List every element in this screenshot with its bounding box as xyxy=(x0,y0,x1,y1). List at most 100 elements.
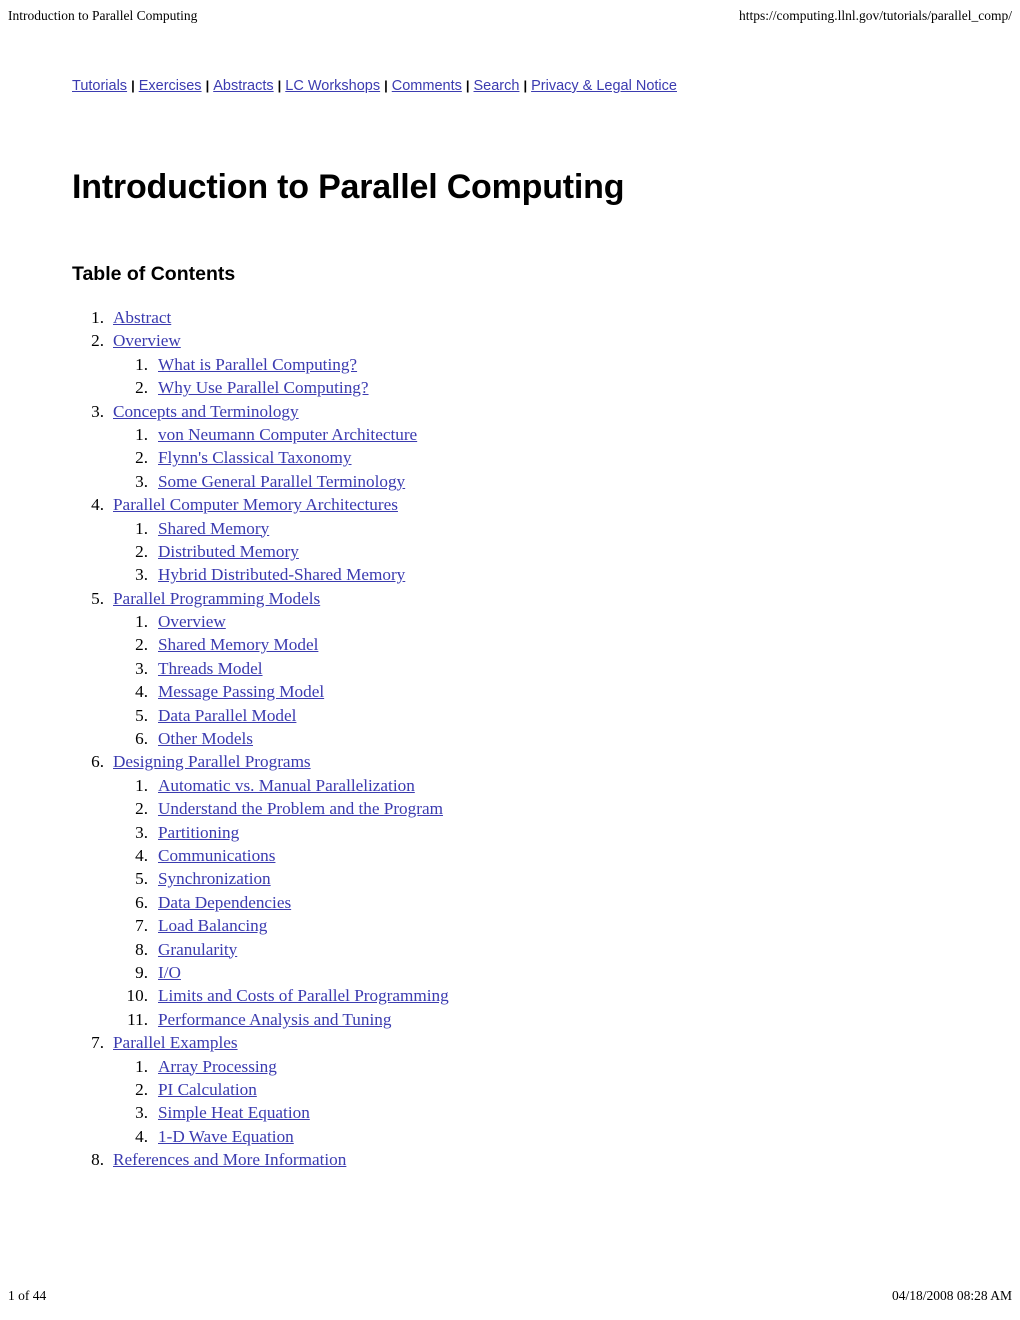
toc-entry-number: 1. xyxy=(135,612,148,632)
toc-entry-number: 5. xyxy=(135,869,148,889)
toc-link-partitioning[interactable]: Partitioning xyxy=(158,821,239,844)
toc-link-von-neumann-computer-architecture[interactable]: von Neumann Computer Architecture xyxy=(158,423,417,446)
toc-entry: 10. Limits and Costs of Parallel Programm… xyxy=(0,984,1020,1007)
toc-entry-number: 7. xyxy=(91,1033,104,1053)
toc-link-array-processing[interactable]: Array Processing xyxy=(158,1055,277,1078)
toc-link-load-balancing[interactable]: Load Balancing xyxy=(158,914,267,937)
toc-entry-number: 2. xyxy=(135,378,148,398)
toc-link-what-is-parallel-computing[interactable]: What is Parallel Computing? xyxy=(158,353,357,376)
toc-entry-number: 2. xyxy=(135,448,148,468)
toc-link-understand-the-problem-and-the-program[interactable]: Understand the Problem and the Program xyxy=(158,797,443,820)
toc-entry: 1. Automatic vs. Manual Parallelization xyxy=(0,774,1020,797)
toc-link-message-passing-model[interactable]: Message Passing Model xyxy=(158,680,324,703)
toc-entry-number: 4. xyxy=(91,495,104,515)
toc-link-granularity[interactable]: Granularity xyxy=(158,938,237,961)
toc-entry: 1. Overview xyxy=(0,610,1020,633)
toc-link-other-models[interactable]: Other Models xyxy=(158,727,253,750)
toc-link-parallel-computer-memory-architectures[interactable]: Parallel Computer Memory Architectures xyxy=(113,493,398,516)
toc-link-communications[interactable]: Communications xyxy=(158,844,275,867)
toc-link-overview[interactable]: Overview xyxy=(158,610,226,633)
toc-link-overview[interactable]: Overview xyxy=(113,329,181,352)
toc-entry: 5. Synchronization xyxy=(0,867,1020,890)
toc-entry-number: 3. xyxy=(135,658,148,678)
nav-link-exercises[interactable]: Exercises xyxy=(139,78,202,94)
toc-entry: 3. Threads Model xyxy=(0,657,1020,680)
toc-link-flynn-s-classical-taxonomy[interactable]: Flynn's Classical Taxonomy xyxy=(158,446,352,469)
toc-link-shared-memory-model[interactable]: Shared Memory Model xyxy=(158,633,318,656)
toc-entry: 2. PI Calculation xyxy=(0,1078,1020,1101)
toc-entry-number: 3. xyxy=(135,471,148,491)
toc-entry-number: 1. xyxy=(135,354,148,374)
nav-link-search[interactable]: Search xyxy=(474,78,520,94)
toc-link-automatic-vs-manual-parallelization[interactable]: Automatic vs. Manual Parallelization xyxy=(158,774,415,797)
toc-entry-number: 6. xyxy=(91,752,104,772)
nav-link-privacy-legal-notice[interactable]: Privacy & Legal Notice xyxy=(531,78,677,94)
nav-separator: | xyxy=(205,78,210,93)
toc-link-data-parallel-model[interactable]: Data Parallel Model xyxy=(158,704,296,727)
toc-link-hybrid-distributed-shared-memory[interactable]: Hybrid Distributed-Shared Memory xyxy=(158,563,405,586)
toc-entry: 3. Partitioning xyxy=(0,821,1020,844)
toc-entry: 3. Some General Parallel Terminology xyxy=(0,470,1020,493)
toc-entry-number: 2. xyxy=(135,541,148,561)
toc-entry-number: 3. xyxy=(135,1103,148,1123)
toc-entry: 3. Simple Heat Equation xyxy=(0,1101,1020,1124)
toc-entry-number: 3. xyxy=(135,565,148,585)
toc-entry: 7. Load Balancing xyxy=(0,914,1020,937)
toc-entry: 5. Data Parallel Model xyxy=(0,704,1020,727)
print-header-url: https://computing.llnl.gov/tutorials/par… xyxy=(739,8,1012,23)
toc-entry-number: 7. xyxy=(135,916,148,936)
toc-link-some-general-parallel-terminology[interactable]: Some General Parallel Terminology xyxy=(158,470,405,493)
print-footer: 1 of 44 04/18/2008 08:28 AM xyxy=(0,1286,1020,1306)
toc-link-parallel-examples[interactable]: Parallel Examples xyxy=(113,1031,238,1054)
toc-link-designing-parallel-programs[interactable]: Designing Parallel Programs xyxy=(113,750,311,773)
toc-entry-number: 10. xyxy=(126,986,148,1006)
page-title: Introduction to Parallel Computing xyxy=(72,168,625,206)
toc-link-pi-calculation[interactable]: PI Calculation xyxy=(158,1078,257,1101)
toc-link-shared-memory[interactable]: Shared Memory xyxy=(158,517,269,540)
toc-link-concepts-and-terminology[interactable]: Concepts and Terminology xyxy=(113,400,299,423)
toc-entry: 1. von Neumann Computer Architecture xyxy=(0,423,1020,446)
toc-link-data-dependencies[interactable]: Data Dependencies xyxy=(158,891,291,914)
toc-entry: 6. Designing Parallel Programs xyxy=(0,750,1020,773)
nav-separator: | xyxy=(384,78,388,93)
toc-entry: 8. References and More Information xyxy=(0,1148,1020,1171)
toc-entry: 6. Other Models xyxy=(0,727,1020,750)
nav-link-tutorials[interactable]: Tutorials xyxy=(72,78,127,94)
table-of-contents: 1. Abstract 2. Overview 1. What is Parallel C… xyxy=(0,306,1020,1171)
print-header: Introduction to Parallel Computing https… xyxy=(0,6,1020,26)
toc-link-abstract[interactable]: Abstract xyxy=(113,306,171,329)
toc-entry: 1. Array Processing xyxy=(0,1055,1020,1078)
toc-entry-number: 4. xyxy=(135,1126,148,1146)
toc-entry-number: 9. xyxy=(135,962,148,982)
toc-entry-number: 1. xyxy=(135,518,148,538)
toc-entry-number: 11. xyxy=(127,1009,148,1029)
toc-entry-number: 3. xyxy=(135,822,148,842)
toc-link-synchronization[interactable]: Synchronization xyxy=(158,867,271,890)
toc-entry-number: 2. xyxy=(135,635,148,655)
print-header-title: Introduction to Parallel Computing xyxy=(8,8,198,23)
toc-entry: 1. Shared Memory xyxy=(0,517,1020,540)
toc-link-i-o[interactable]: I/O xyxy=(158,961,181,984)
toc-entry-number: 5. xyxy=(91,588,104,608)
toc-link-distributed-memory[interactable]: Distributed Memory xyxy=(158,540,299,563)
toc-entry: 4. Parallel Computer Memory Architectures xyxy=(0,493,1020,516)
toc-link-limits-and-costs-of-parallel-programming[interactable]: Limits and Costs of Parallel Programming xyxy=(158,984,449,1007)
toc-link-simple-heat-equation[interactable]: Simple Heat Equation xyxy=(158,1101,310,1124)
toc-entry: 2. Flynn's Classical Taxonomy xyxy=(0,446,1020,469)
nav-link-lc-workshops[interactable]: LC Workshops xyxy=(285,78,380,94)
toc-entry: 4. Message Passing Model xyxy=(0,680,1020,703)
nav-link-abstracts[interactable]: Abstracts xyxy=(213,78,273,94)
toc-link-1-d-wave-equation[interactable]: 1-D Wave Equation xyxy=(158,1125,294,1148)
toc-entry-number: 1. xyxy=(135,1056,148,1076)
toc-link-why-use-parallel-computing[interactable]: Why Use Parallel Computing? xyxy=(158,376,369,399)
toc-entry: 3. Hybrid Distributed-Shared Memory xyxy=(0,563,1020,586)
toc-link-performance-analysis-and-tuning[interactable]: Performance Analysis and Tuning xyxy=(158,1008,391,1031)
toc-link-threads-model[interactable]: Threads Model xyxy=(158,657,263,680)
toc-entry: 9. I/O xyxy=(0,961,1020,984)
toc-link-parallel-programming-models[interactable]: Parallel Programming Models xyxy=(113,587,320,610)
toc-link-references-and-more-information[interactable]: References and More Information xyxy=(113,1148,346,1171)
toc-entry: 7. Parallel Examples xyxy=(0,1031,1020,1054)
toc-entry: 2. Understand the Problem and the Program xyxy=(0,797,1020,820)
toc-entry: 1. What is Parallel Computing? xyxy=(0,353,1020,376)
nav-link-comments[interactable]: Comments xyxy=(392,78,462,94)
